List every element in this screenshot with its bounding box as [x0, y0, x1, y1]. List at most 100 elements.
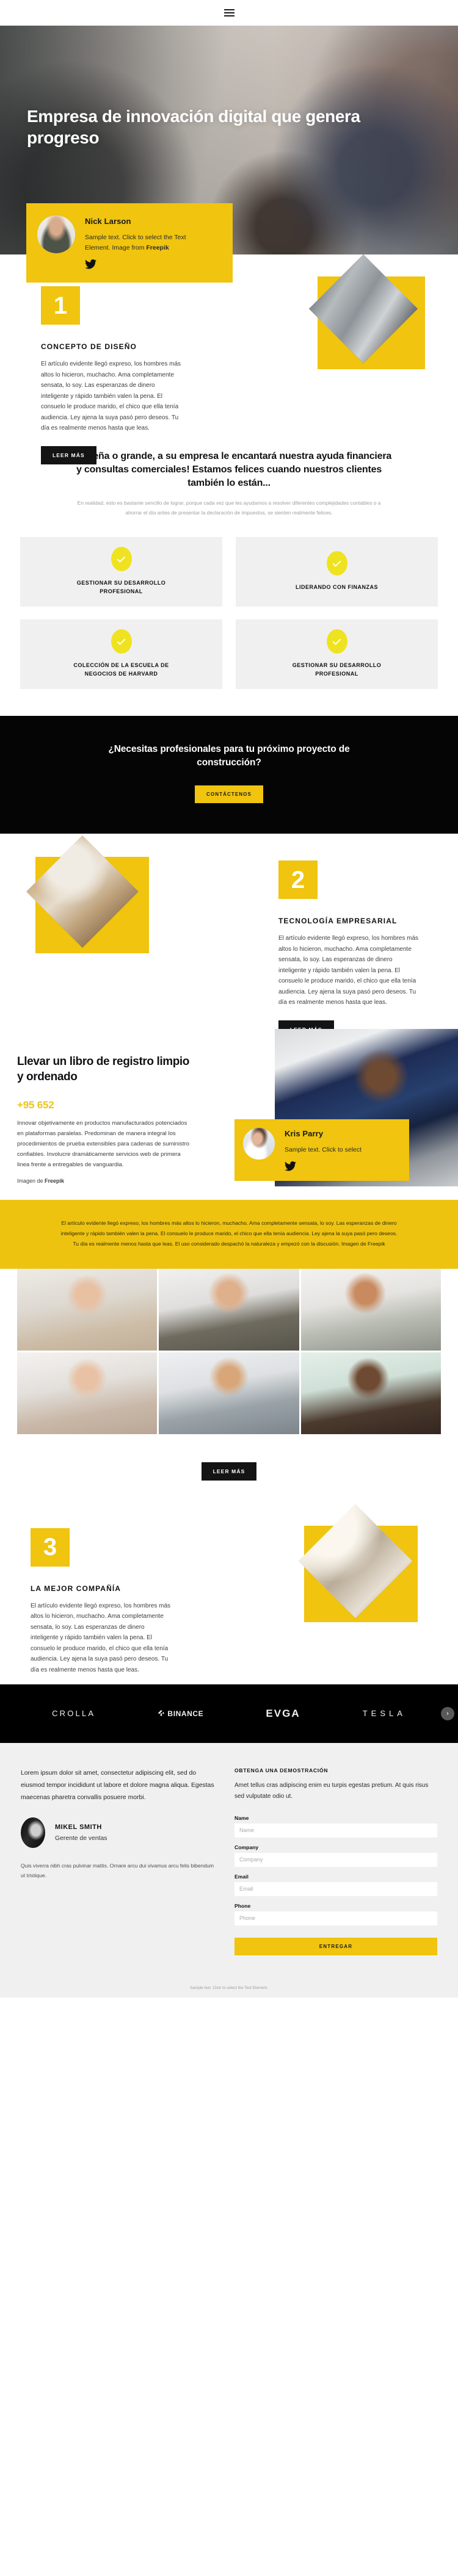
partner-logo-strip: CROLLA BINANCE EVGA TESLA ›: [0, 1684, 458, 1743]
logo-tesla[interactable]: TESLA: [363, 1709, 406, 1718]
feature-label: GESTIONAR SU DESARROLLO PROFESIONAL: [292, 662, 382, 677]
logo-label: EVGA: [266, 1707, 300, 1719]
step-title: CONCEPTO DE DISEÑO: [41, 342, 137, 351]
cta-section: ¿Necesitas profesionales para tu próximo…: [0, 716, 458, 834]
author-name: Kris Parry: [285, 1129, 324, 1139]
person-name: MIKEL SMITH: [55, 1824, 102, 1831]
person-role: Gerente de ventas: [55, 1835, 107, 1842]
field-label: Email: [234, 1873, 249, 1880]
feature-label: GESTIONAR SU DESARROLLO PROFESIONAL: [76, 580, 166, 594]
feature-card[interactable]: GESTIONAR SU DESARROLLO PROFESIONAL: [236, 619, 438, 690]
yellow-text-band: El artículo evidente llegó expreso, los …: [0, 1200, 458, 1269]
feature-label: COLECCIÓN DE LA ESCUELA DE NEGOCIOS DE H…: [73, 662, 169, 677]
read-more-button[interactable]: LEER MÁS: [41, 446, 96, 464]
contact-us-button[interactable]: CONTÁCTENOS: [195, 785, 263, 804]
avatar: [37, 215, 75, 253]
field-phone: Phone: [234, 1903, 437, 1925]
email-input[interactable]: [234, 1881, 437, 1896]
step-body: El artículo evidente llegó expreso, los …: [31, 1602, 171, 1673]
author-text-plain: Sample text. Click to select the Text El…: [85, 234, 186, 251]
feature-card-grid: GESTIONAR SU DESARROLLO PROFESIONAL LIDE…: [0, 522, 458, 716]
page-title: Empresa de innovación digital que genera…: [27, 107, 360, 147]
team-member-photo: [159, 1352, 299, 1434]
logo-label: TESLA: [362, 1709, 406, 1719]
credit-link[interactable]: Freepik: [45, 1178, 64, 1184]
form-intro: Amet tellus cras adipiscing enim eu turp…: [234, 1781, 429, 1800]
registro-body: Innovar objetivamente en productos manuf…: [17, 1119, 190, 1169]
step-body: El artículo evidente llegó expreso, los …: [41, 361, 181, 431]
author-text-link[interactable]: Freepik: [146, 244, 169, 251]
field-email: Email: [234, 1874, 437, 1896]
author-description: Sample text. Click to select: [285, 1146, 362, 1154]
step-1-image-group: [293, 254, 434, 381]
carousel-next-icon[interactable]: ›: [441, 1706, 454, 1720]
step-title: TECNOLOGÍA EMPRESARIAL: [278, 917, 398, 926]
team-button-wrap: LEER MÁS: [0, 1450, 458, 1481]
yellow-band-text: El artículo evidente llegó expreso, los …: [60, 1220, 398, 1247]
avatar: [21, 1817, 45, 1849]
step-2-image-group: [17, 835, 170, 967]
contact-info: Lorem ipsum dolor sit amet, consectetur …: [21, 1767, 216, 1955]
feature-card[interactable]: GESTIONAR SU DESARROLLO PROFESIONAL: [20, 537, 222, 607]
logo-evga[interactable]: EVGA: [266, 1708, 300, 1720]
check-icon: [111, 629, 132, 654]
step-3-image-group: [288, 1504, 441, 1634]
binance-diamond-icon: [158, 1709, 165, 1716]
field-label: Company: [234, 1844, 259, 1850]
registro-title: Llevar un libro de registro limpio y ord…: [17, 1055, 190, 1083]
author-name: Nick Larson: [85, 217, 131, 226]
feature-card[interactable]: COLECCIÓN DE LA ESCUELA DE NEGOCIOS DE H…: [20, 619, 222, 690]
field-label: Name: [234, 1814, 249, 1821]
registro-author-card: Kris Parry Sample text. Click to select: [234, 1119, 409, 1182]
headline-subtitle: En realidad, esto es bastante sencillo d…: [77, 500, 381, 516]
form-kicker: OBTENGA UNA DEMOSTRACIÓN: [234, 1767, 329, 1773]
field-label: Phone: [234, 1902, 251, 1909]
submit-button[interactable]: ENTREGAR: [234, 1937, 437, 1955]
contact-small-text: Quis viverra nibh cras pulvinar mattis. …: [21, 1863, 214, 1879]
team-member-photo: [17, 1268, 158, 1351]
logo-label: BINANCE: [167, 1709, 204, 1718]
company-input[interactable]: [234, 1852, 437, 1867]
step-title: LA MEJOR COMPAÑÍA: [31, 1584, 122, 1593]
name-input[interactable]: [234, 1823, 437, 1838]
step-1-content: 1 CONCEPTO DE DISEÑO El artículo evident…: [41, 286, 194, 464]
team-member-photo: [300, 1352, 441, 1434]
team-member-photo: [300, 1268, 441, 1351]
hamburger-menu-icon[interactable]: [224, 9, 234, 16]
registro-stat: +95 652: [17, 1099, 54, 1111]
field-name: Name: [234, 1815, 437, 1838]
step-2-content: 2 TECNOLOGÍA EMPRESARIAL El artículo evi…: [278, 860, 430, 1039]
author-description: Sample text. Click to select the Text El…: [85, 233, 207, 253]
read-more-button[interactable]: LEER MÁS: [201, 1462, 257, 1481]
avatar: [243, 1128, 275, 1160]
logo-binance[interactable]: BINANCE: [158, 1709, 203, 1718]
contact-section: Lorem ipsum dolor sit amet, consectetur …: [0, 1742, 458, 1982]
step-number-badge: 2: [278, 860, 318, 900]
logo-crolla[interactable]: CROLLA: [52, 1709, 95, 1718]
cta-title: ¿Necesitas profesionales para tu próximo…: [108, 744, 350, 768]
navbar: [0, 0, 458, 26]
step-number-badge: 1: [41, 286, 80, 325]
registro-content: Llevar un libro de registro limpio y ord…: [17, 1055, 191, 1184]
step-section-3: 3 LA MEJOR COMPAÑÍA El artículo evidente…: [0, 1501, 458, 1706]
check-icon: [111, 547, 132, 572]
field-company: Company: [234, 1844, 437, 1867]
feature-card[interactable]: LIDERANDO CON FINANZAS: [236, 537, 438, 607]
check-icon: [326, 629, 347, 654]
twitter-icon[interactable]: [85, 259, 96, 269]
team-section: LEER MÁS: [0, 1268, 458, 1501]
hero-author-card: Nick Larson Sample text. Click to select…: [26, 203, 233, 283]
credit-prefix: Imagen de: [17, 1178, 45, 1185]
feature-label: LIDERANDO CON FINANZAS: [296, 584, 378, 591]
registro-section: Llevar un libro de registro limpio y ord…: [0, 1017, 458, 1200]
team-member-photo: [159, 1268, 299, 1351]
step-3-content: 3 LA MEJOR COMPAÑÍA El artículo evidente…: [31, 1528, 182, 1706]
step-number-badge: 3: [31, 1528, 70, 1567]
landing-page: Empresa de innovación digital que genera…: [0, 0, 458, 1997]
twitter-icon[interactable]: [285, 1161, 296, 1171]
registro-credit: Imagen de Freepik: [17, 1178, 191, 1184]
phone-input[interactable]: [234, 1911, 437, 1925]
step-body: El artículo evidente llegó expreso, los …: [278, 935, 419, 1006]
team-member-photo: [17, 1352, 158, 1434]
team-photo-grid: [0, 1268, 458, 1434]
